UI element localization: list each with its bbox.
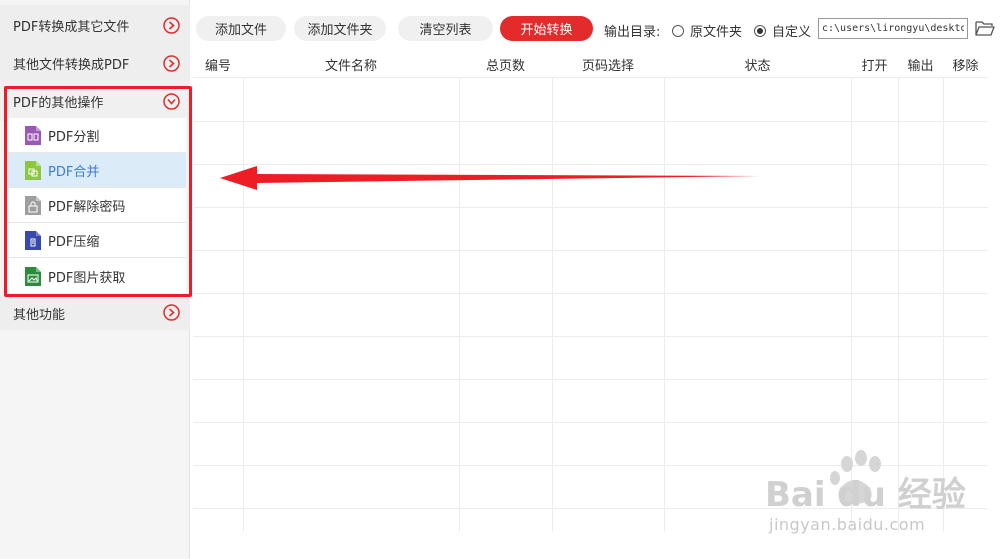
category-pdf-other-ops[interactable]: PDF的其他操作 bbox=[0, 81, 190, 121]
radio-custom-folder[interactable]: 自定义 bbox=[754, 21, 811, 40]
grid-line bbox=[243, 78, 244, 532]
watermark-brand-text: Bai du 经验 bbox=[765, 475, 966, 515]
radio-label: 自定义 bbox=[772, 25, 812, 40]
category-other-functions[interactable]: 其他功能 bbox=[0, 296, 190, 330]
sidebar: PDF转换成其它文件 其他文件转换成PDF PDF的其他操作 PDF分割 PDF… bbox=[0, 0, 190, 559]
chevron-right-icon bbox=[163, 304, 180, 321]
sidebar-item-pdf-unlock[interactable]: PDF解除密码 bbox=[8, 188, 186, 223]
sidebar-item-pdf-merge[interactable]: PDF合并 bbox=[8, 153, 186, 188]
grid-line bbox=[193, 336, 988, 337]
chevron-right-icon bbox=[163, 55, 180, 72]
chevron-down-icon bbox=[163, 93, 180, 110]
table-header: 编号 文件名称 总页数 页码选择 状态 打开 输出 移除 bbox=[193, 56, 988, 78]
grid-line bbox=[193, 250, 988, 251]
chevron-right-icon bbox=[163, 17, 180, 34]
column-header-output: 输出 bbox=[907, 59, 934, 74]
sidebar-item-pdf-image[interactable]: PDF图片获取 bbox=[8, 258, 186, 295]
category-label: 其他功能 bbox=[13, 307, 66, 323]
sidebar-item-pdf-compress[interactable]: PDF压缩 bbox=[8, 223, 186, 258]
radio-label: 原文件夹 bbox=[690, 25, 743, 40]
sidebar-item-label: PDF解除密码 bbox=[48, 199, 126, 215]
pdf-unlock-icon bbox=[25, 195, 41, 215]
watermark-url: jingyan.baidu.com bbox=[769, 515, 926, 534]
grid-line bbox=[664, 78, 665, 532]
grid-line bbox=[193, 293, 988, 294]
folder-open-icon[interactable] bbox=[975, 17, 995, 39]
start-convert-button[interactable]: 开始转换 bbox=[500, 16, 593, 41]
annotation-arrow-icon bbox=[220, 166, 760, 190]
pdf-image-icon bbox=[25, 266, 41, 286]
category-label: PDF转换成其它文件 bbox=[13, 19, 130, 35]
radio-button[interactable] bbox=[754, 24, 766, 37]
column-header-page-select: 页码选择 bbox=[581, 59, 634, 74]
toolbar: 添加文件 添加文件夹 清空列表 开始转换 输出目录: 原文件夹 自定义 bbox=[191, 0, 1000, 56]
pdf-compress-icon bbox=[25, 230, 41, 250]
output-dir-label: 输出目录: bbox=[604, 25, 661, 40]
grid-line bbox=[193, 422, 988, 423]
pdf-merge-icon bbox=[25, 160, 41, 180]
sidebar-item-label: PDF分割 bbox=[48, 129, 100, 145]
grid-line bbox=[193, 121, 988, 122]
grid-line bbox=[193, 379, 988, 380]
grid-line bbox=[459, 78, 460, 532]
column-header-total-pages: 总页数 bbox=[485, 59, 525, 74]
pdf-split-icon bbox=[25, 125, 41, 145]
clear-list-button[interactable]: 清空列表 bbox=[398, 16, 493, 41]
sidebar-item-label: PDF压缩 bbox=[48, 234, 100, 250]
grid-line bbox=[193, 207, 988, 208]
radio-original-folder[interactable]: 原文件夹 bbox=[672, 21, 742, 40]
column-header-filename: 文件名称 bbox=[324, 59, 377, 74]
output-path-input[interactable] bbox=[818, 18, 968, 39]
category-pdf-to-other[interactable]: PDF转换成其它文件 bbox=[0, 5, 190, 45]
column-header-status: 状态 bbox=[744, 59, 771, 74]
add-file-button[interactable]: 添加文件 bbox=[196, 16, 286, 41]
add-folder-button[interactable]: 添加文件夹 bbox=[294, 16, 386, 41]
category-label: 其他文件转换成PDF bbox=[13, 57, 130, 73]
column-header-remove: 移除 bbox=[952, 59, 979, 74]
sidebar-item-label: PDF合并 bbox=[48, 164, 100, 180]
grid-line bbox=[552, 78, 553, 532]
column-header-open: 打开 bbox=[861, 59, 888, 74]
category-other-to-pdf[interactable]: 其他文件转换成PDF bbox=[0, 43, 190, 83]
category-label: PDF的其他操作 bbox=[13, 95, 104, 111]
sidebar-item-pdf-split[interactable]: PDF分割 bbox=[8, 118, 186, 153]
column-header-index: 编号 bbox=[204, 59, 231, 74]
sidebar-item-label: PDF图片获取 bbox=[48, 270, 126, 286]
radio-button[interactable] bbox=[672, 24, 684, 37]
